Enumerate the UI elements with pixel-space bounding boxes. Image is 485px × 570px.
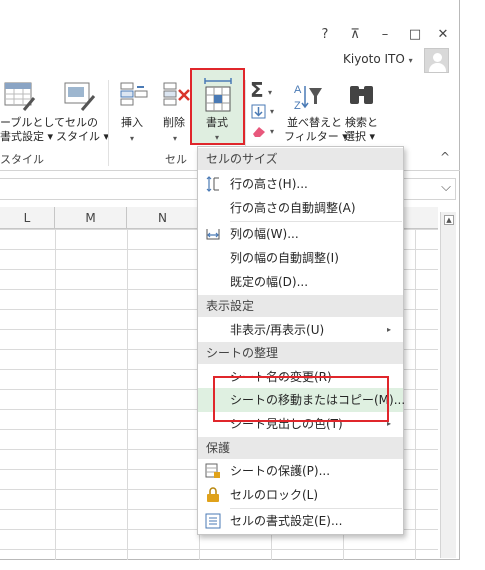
group-divider	[108, 80, 109, 166]
help-button[interactable]: ?	[314, 24, 336, 46]
cell-styles-label-2: スタイル ▾	[56, 130, 110, 143]
clear-caret-icon: ▾	[270, 127, 275, 136]
section-organize-sheets: シートの整理	[198, 342, 403, 364]
sort-filter-label-1: 並べ替えと	[287, 116, 342, 129]
format-button[interactable]: 書式 ▾	[190, 68, 245, 145]
delete-cells-icon	[163, 82, 190, 106]
cells-group-label: セル	[165, 153, 187, 166]
column-header-n[interactable]: N	[127, 207, 199, 229]
format-dropdown-menu: セルのサイズ 行の高さ(H)... 行の高さの自動調整(A) 列の幅(W)...…	[197, 146, 405, 535]
vertical-scrollbar[interactable]: ▲	[440, 212, 456, 558]
column-header-l[interactable]: L	[0, 207, 55, 229]
column-header-m[interactable]: M	[55, 207, 127, 229]
format-as-table-label-1: ーブルとして	[0, 116, 66, 129]
find-select-label-2: 選択 ▾	[344, 130, 376, 143]
autosum-icon: Σ	[250, 78, 264, 102]
svg-text:Z: Z	[294, 100, 301, 112]
menu-item-autofit-row-height[interactable]: 行の高さの自動調整(A)	[198, 196, 403, 220]
row-height-label: 行の高さ(H)...	[230, 177, 308, 191]
menu-item-row-height[interactable]: 行の高さ(H)...	[198, 172, 403, 196]
scroll-up-icon[interactable]: ▲	[444, 215, 454, 225]
avatar[interactable]	[424, 48, 449, 73]
format-caret-icon: ▾	[215, 133, 220, 142]
account-caret-icon: ▾	[408, 56, 413, 65]
menu-item-default-width[interactable]: 既定の幅(D)...	[198, 270, 403, 294]
default-width-label: 既定の幅(D)...	[230, 275, 309, 289]
format-label: 書式	[206, 116, 228, 129]
lock-icon	[207, 487, 219, 502]
find-select-label-1: 検索と	[345, 116, 378, 129]
column-width-icon	[206, 229, 220, 240]
account-name[interactable]: Kiyoto ITO ▾	[343, 52, 413, 66]
delete-label: 削除	[163, 116, 185, 129]
binoculars-icon	[350, 86, 373, 104]
delete-caret-icon: ▾	[173, 134, 178, 143]
autofit-column-width-label: 列の幅の自動調整(I)	[230, 251, 339, 265]
highlight-annotation-box	[213, 376, 389, 422]
insert-cells-icon	[120, 82, 148, 106]
format-as-table-icon	[4, 82, 36, 111]
fill-caret-icon: ▾	[270, 107, 275, 116]
menu-item-autofit-column-width[interactable]: 列の幅の自動調整(I)	[198, 246, 403, 270]
submenu-arrow-icon: ▸	[386, 325, 391, 334]
styles-group-label: スタイル	[0, 153, 44, 166]
excel-window: ? ⊼ – □ ✕ Kiyoto ITO ▾ ーブルとして 書式設定 ▾ セルの…	[0, 0, 460, 560]
sort-filter-label-2: フィルター ▾	[284, 130, 348, 143]
collapse-ribbon-icon[interactable]: ^	[440, 150, 450, 164]
format-as-table-label-2: 書式設定 ▾	[0, 130, 54, 143]
insert-label: 挿入	[121, 116, 143, 129]
lock-cell-label: セルのロック(L)	[230, 488, 319, 502]
menu-item-hide-unhide[interactable]: 非表示/再表示(U) ▸	[198, 318, 403, 342]
row-height-icon	[206, 176, 219, 192]
autofit-row-height-label: 行の高さの自動調整(A)	[230, 201, 356, 215]
fill-down-icon	[251, 104, 266, 119]
menu-item-format-cells[interactable]: セルの書式設定(E)...	[198, 509, 403, 533]
expand-formula-bar-icon[interactable]: ⌵	[441, 180, 451, 195]
eraser-icon	[253, 127, 265, 137]
svg-text:A: A	[294, 84, 302, 96]
menu-item-protect-sheet[interactable]: シートの保護(P)...	[198, 459, 403, 483]
section-cell-size: セルのサイズ	[198, 148, 403, 170]
autosum-caret-icon: ▾	[268, 88, 273, 97]
section-visibility: 表示設定	[198, 295, 403, 317]
menu-item-column-width[interactable]: 列の幅(W)...	[198, 222, 403, 246]
account-name-text: Kiyoto ITO	[343, 52, 405, 66]
format-cells-label: セルの書式設定(E)...	[230, 514, 343, 528]
cell-styles-icon	[64, 82, 96, 111]
protect-sheet-label: シートの保護(P)...	[230, 464, 331, 478]
ribbon-display-options-button[interactable]: ⊼	[344, 24, 366, 46]
cell-styles-label-1: セルの	[65, 116, 98, 129]
close-button[interactable]: ✕	[432, 24, 454, 46]
restore-button[interactable]: □	[404, 24, 426, 46]
protect-sheet-icon	[205, 463, 220, 478]
column-width-label: 列の幅(W)...	[230, 227, 299, 241]
minimize-button[interactable]: –	[374, 24, 396, 46]
format-cells-icon	[204, 78, 232, 112]
sort-filter-icon: A Z	[294, 84, 322, 112]
format-cells-dialog-icon	[205, 513, 221, 529]
hide-unhide-label: 非表示/再表示(U)	[230, 323, 325, 337]
section-protection: 保護	[198, 437, 403, 459]
menu-item-lock-cell[interactable]: セルのロック(L)	[198, 483, 403, 507]
insert-caret-icon: ▾	[130, 134, 135, 143]
